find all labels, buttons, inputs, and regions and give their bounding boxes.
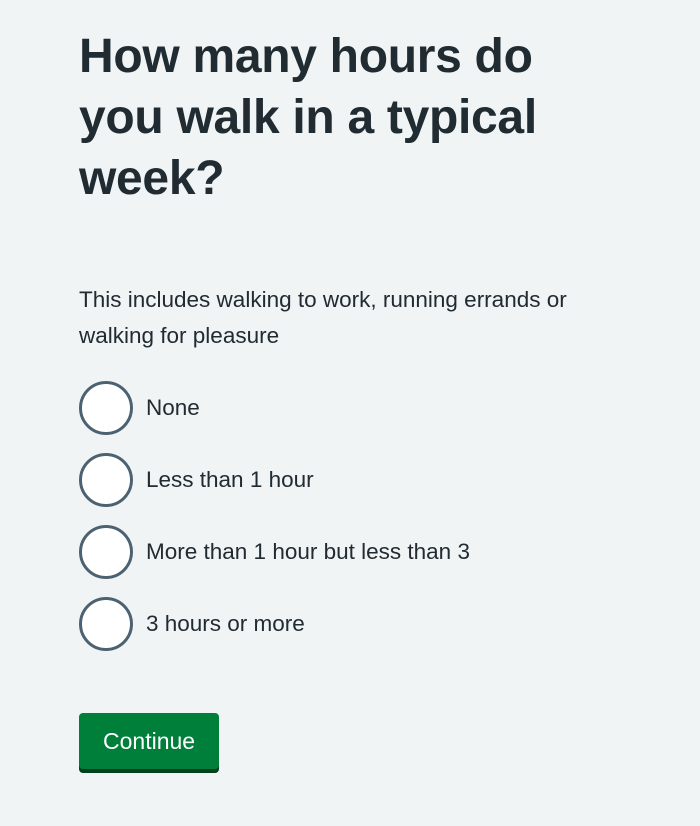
- radio-button[interactable]: [79, 525, 133, 579]
- radio-label: Less than 1 hour: [146, 467, 314, 492]
- radio-option-less-than-1-hour[interactable]: Less than 1 hour: [79, 451, 599, 509]
- radio-label: None: [146, 395, 200, 420]
- radio-option-1-to-3-hours[interactable]: More than 1 hour but less than 3: [79, 523, 599, 581]
- continue-button[interactable]: Continue: [79, 713, 220, 769]
- radio-option-none[interactable]: None: [79, 379, 599, 437]
- radio-button[interactable]: [79, 597, 133, 651]
- page-title: How many hours do you walk in a typical …: [79, 30, 537, 205]
- question-form: How many hours do you walk in a typical …: [79, 26, 599, 769]
- radio-button[interactable]: [79, 453, 133, 507]
- question-hint: This includes walking to work, running e…: [79, 287, 567, 348]
- radio-label: More than 1 hour but less than 3: [146, 539, 470, 564]
- radio-option-3-hours-or-more[interactable]: 3 hours or more: [79, 595, 599, 653]
- radio-label: 3 hours or more: [146, 611, 305, 636]
- radio-button[interactable]: [79, 381, 133, 435]
- radio-group: None Less than 1 hour More than 1 hour b…: [79, 379, 599, 653]
